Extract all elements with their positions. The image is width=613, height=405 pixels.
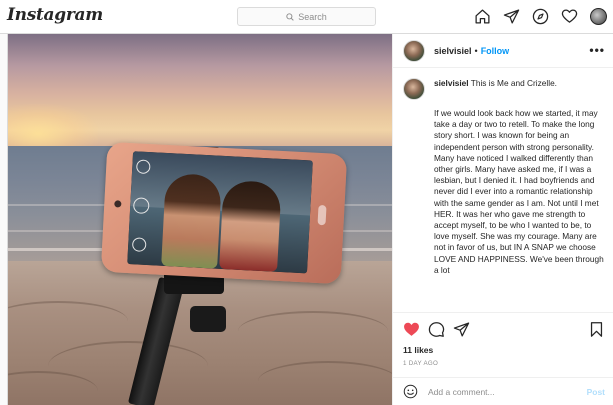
phone-home-button bbox=[317, 204, 327, 226]
caption-headline-line: sielvisiel This is Me and Crizelle. bbox=[434, 78, 605, 89]
comment-box: Add a comment... Post bbox=[393, 377, 613, 405]
sand-ripple bbox=[238, 311, 388, 351]
comment-button[interactable] bbox=[428, 321, 445, 338]
post-photo[interactable] bbox=[8, 34, 392, 405]
sand-ripple bbox=[258, 361, 392, 401]
phone-screen bbox=[127, 151, 313, 274]
follow-button[interactable]: Follow bbox=[481, 46, 510, 56]
bookmark-icon bbox=[590, 322, 603, 337]
caption-author-avatar[interactable] bbox=[403, 78, 425, 100]
search-icon bbox=[286, 12, 294, 21]
heart-filled-icon bbox=[404, 322, 419, 336]
share-button[interactable] bbox=[453, 321, 470, 338]
comment-input[interactable]: Add a comment... bbox=[428, 387, 587, 397]
post-timestamp[interactable]: 1 DAY AGO bbox=[403, 360, 438, 367]
search-input[interactable]: Search bbox=[237, 7, 376, 26]
author-username[interactable]: sielvisiel bbox=[434, 46, 472, 56]
post: sielvisiel • Follow ••• sielvisiel This … bbox=[7, 34, 613, 405]
top-navigation-bar: Instagram Search bbox=[0, 0, 613, 34]
phone-camera-dot bbox=[114, 200, 122, 208]
nav-icons bbox=[473, 7, 607, 25]
direct-message-icon bbox=[503, 8, 519, 24]
instagram-logo[interactable]: Instagram bbox=[7, 5, 103, 25]
caption-body: If we would look back how we started, it… bbox=[434, 108, 604, 275]
person-right bbox=[219, 179, 282, 272]
comment-icon bbox=[428, 322, 445, 337]
selfie-stick-knob bbox=[190, 306, 226, 332]
sand-ripple bbox=[8, 301, 128, 341]
post-comment-button[interactable]: Post bbox=[587, 387, 605, 397]
emoji-icon[interactable] bbox=[403, 384, 418, 399]
post-actions: 11 likes 1 DAY AGO bbox=[393, 312, 613, 372]
author-avatar[interactable] bbox=[403, 39, 425, 62]
search-placeholder: Search bbox=[298, 11, 327, 22]
activity-heart-icon bbox=[561, 8, 577, 23]
activity-button[interactable] bbox=[560, 7, 578, 25]
more-options-icon[interactable]: ••• bbox=[589, 43, 605, 57]
likes-count[interactable]: 11 likes bbox=[403, 345, 433, 355]
save-button[interactable] bbox=[588, 321, 605, 338]
direct-message-button[interactable] bbox=[502, 7, 520, 25]
phone-in-photo bbox=[100, 141, 348, 285]
profile-avatar bbox=[589, 7, 607, 25]
person-left bbox=[161, 172, 222, 269]
explore-button[interactable] bbox=[531, 7, 549, 25]
profile-button[interactable] bbox=[589, 7, 607, 25]
post-header: sielvisiel • Follow ••• bbox=[393, 34, 613, 68]
like-button[interactable] bbox=[403, 321, 420, 338]
separator-dot: • bbox=[474, 45, 478, 56]
share-icon bbox=[453, 322, 470, 337]
home-button[interactable] bbox=[473, 7, 491, 25]
action-icons bbox=[403, 321, 470, 338]
caption-area[interactable]: sielvisiel This is Me and Crizelle. If w… bbox=[393, 68, 613, 312]
explore-icon bbox=[532, 8, 548, 24]
post-side-panel: sielvisiel • Follow ••• sielvisiel This … bbox=[392, 34, 613, 405]
caption-header: sielvisiel This is Me and Crizelle. bbox=[403, 78, 605, 100]
home-icon bbox=[474, 8, 490, 24]
caption-username[interactable]: sielvisiel bbox=[434, 78, 469, 88]
caption-headline: This is Me and Crizelle. bbox=[470, 78, 557, 88]
